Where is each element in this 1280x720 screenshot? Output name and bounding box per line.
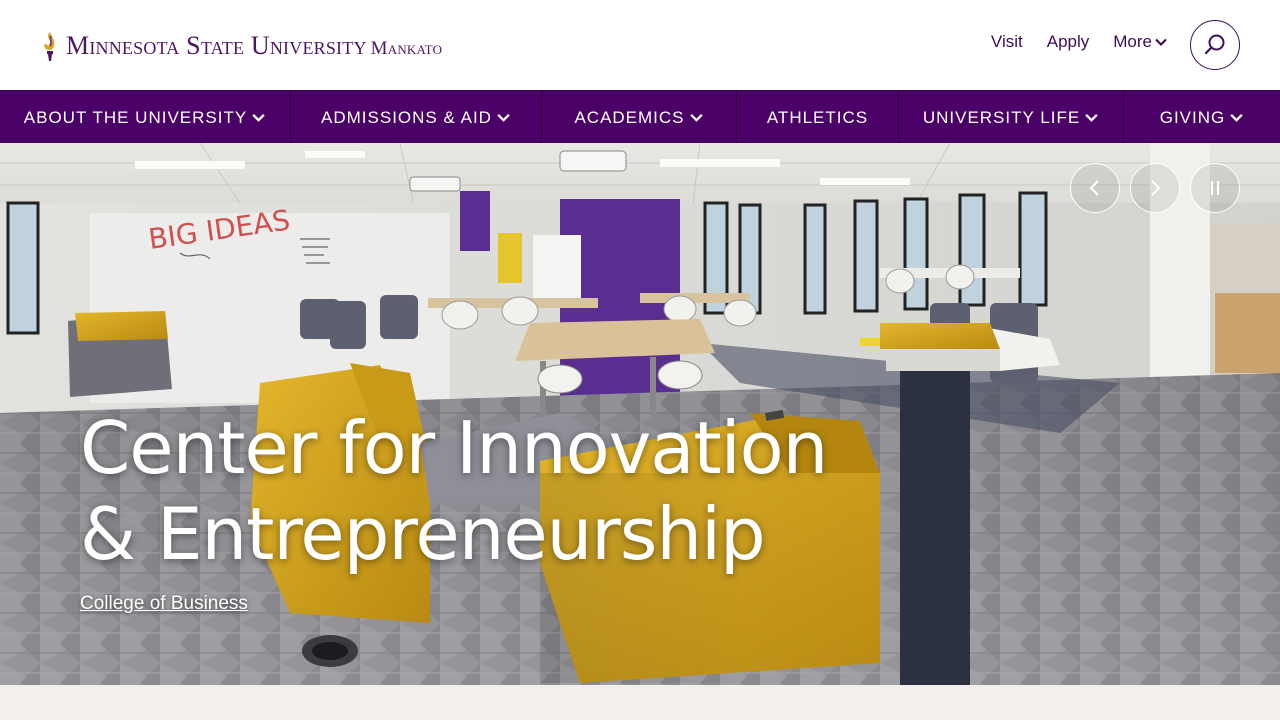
nav-about-the-university[interactable]: ABOUT THE UNIVERSITY: [0, 91, 291, 144]
visit-link[interactable]: Visit: [991, 32, 1023, 52]
nav-item-label: GIVING: [1159, 107, 1226, 127]
nav-admissions-and-aid[interactable]: ADMISSIONS & AID: [291, 91, 542, 144]
nav-giving[interactable]: GIVING: [1124, 91, 1280, 144]
nav-item-label: ADMISSIONS & AID: [321, 107, 492, 127]
chevron-down-icon: [689, 113, 703, 122]
search-button[interactable]: [1190, 20, 1240, 70]
chevron-down-icon: [497, 113, 510, 122]
nav-university-life[interactable]: UNIVERSITY LIFE: [899, 91, 1124, 144]
more-menu-button[interactable]: More: [1113, 32, 1168, 52]
hero-college-link[interactable]: College of Business: [80, 593, 248, 615]
utility-nav: Visit Apply More: [991, 32, 1168, 52]
pause-icon: [1211, 181, 1219, 195]
torch-icon: [44, 32, 55, 61]
hero-title: Center for Innovation & Entrepreneurship: [80, 406, 828, 576]
nav-item-label: UNIVERSITY LIFE: [922, 107, 1081, 127]
apply-link[interactable]: Apply: [1047, 32, 1090, 52]
nav-athletics[interactable]: ATHLETICS: [737, 91, 899, 144]
chevron-down-icon: [252, 113, 265, 122]
main-nav: ABOUT THE UNIVERSITY ADMISSIONS & AID AC…: [0, 90, 1280, 144]
nav-item-label: ACADEMICS: [574, 107, 685, 127]
pause-slideshow-button[interactable]: [1190, 163, 1240, 213]
nav-item-label: ATHLETICS: [766, 107, 869, 127]
site-header: Minnesota State University Mankato Visit …: [0, 0, 1280, 90]
chevron-down-icon: [1085, 113, 1098, 122]
next-slide-button[interactable]: [1130, 163, 1180, 213]
university-logo[interactable]: Minnesota State University Mankato: [40, 30, 442, 62]
logo-sub-text: Mankato: [370, 38, 443, 59]
chevron-left-icon: [1089, 180, 1099, 196]
logo-wordmark: Minnesota State University Mankato: [66, 31, 442, 61]
chevron-down-icon: [1230, 113, 1243, 122]
apply-label: Apply: [1046, 32, 1090, 51]
nav-academics[interactable]: ACADEMICS: [542, 91, 737, 144]
more-label: More: [1113, 32, 1152, 51]
hero-slideshow: BIG IDEAS Center for Innovation & Entrep…: [0, 143, 1280, 685]
chevron-down-icon: [1155, 38, 1167, 47]
chevron-right-icon: [1151, 180, 1161, 196]
nav-item-label: ABOUT THE UNIVERSITY: [23, 107, 248, 127]
previous-slide-button[interactable]: [1070, 163, 1120, 213]
visit-label: Visit: [990, 32, 1023, 51]
content-area-start: [0, 685, 1280, 720]
logo-main-text: Minnesota State University: [66, 31, 367, 60]
search-icon: [1204, 34, 1225, 55]
